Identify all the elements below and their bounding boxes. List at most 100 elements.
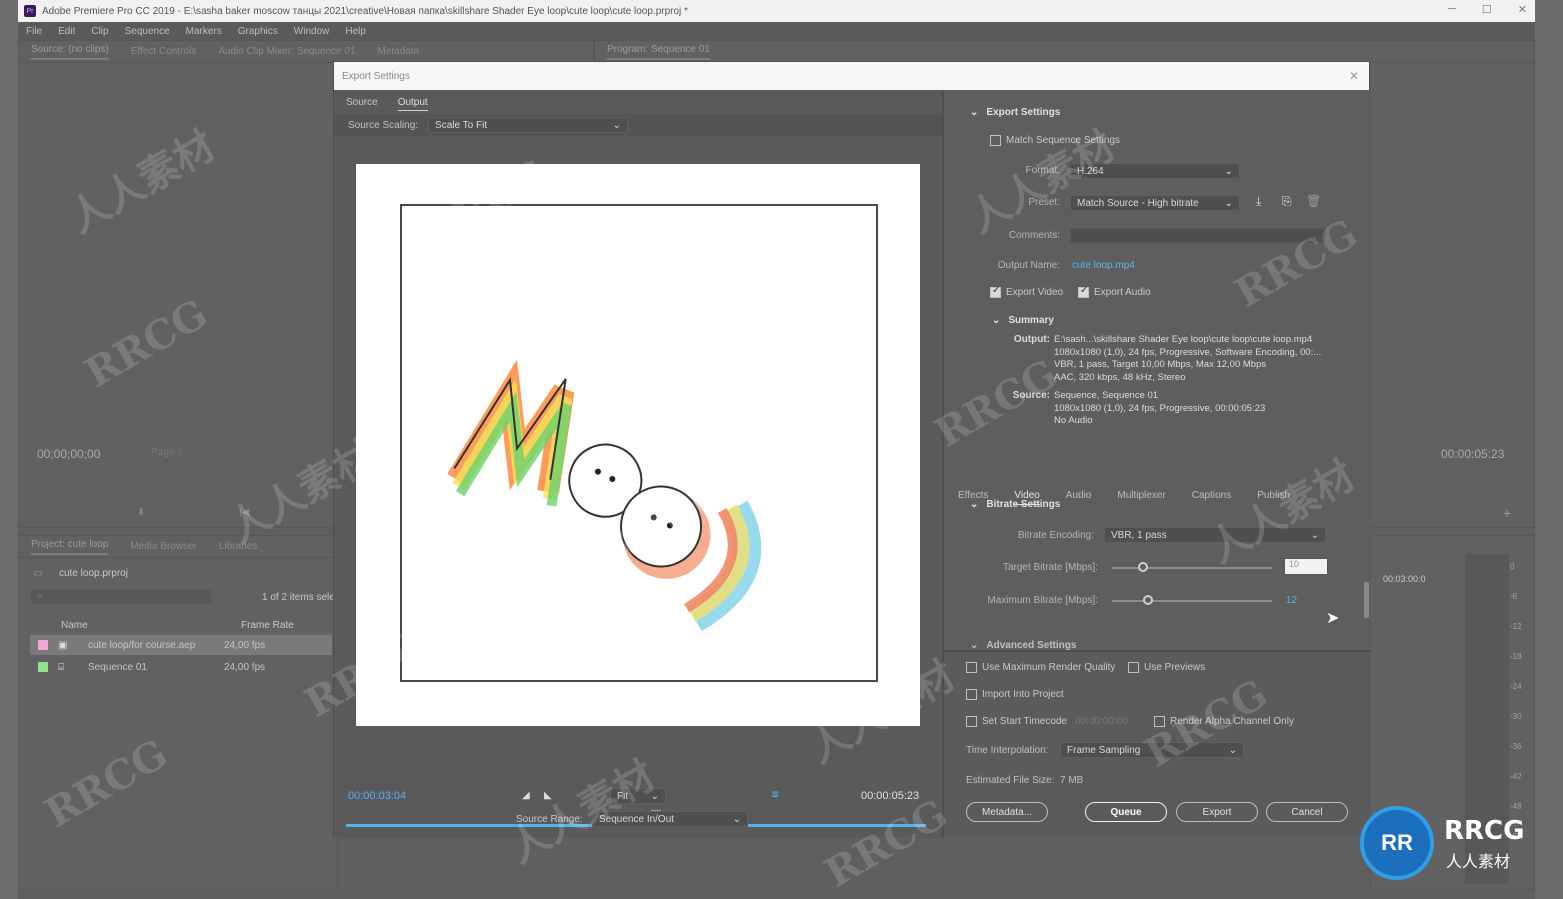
menu-help[interactable]: Help (345, 26, 366, 37)
menu-sequence[interactable]: Sequence (125, 26, 170, 37)
render-alpha-checkbox[interactable]: Render Alpha Channel Only (1154, 716, 1294, 727)
checkbox-label: Export Video (1006, 287, 1064, 298)
menu-window[interactable]: Window (294, 26, 330, 37)
column-frame-rate[interactable]: Frame Rate (241, 620, 294, 631)
dialog-titlebar: Export Settings ✕ (334, 62, 1369, 90)
export-settings-header[interactable]: ⌄ Export Settings (970, 107, 1060, 118)
source-scaling-select[interactable]: Scale To Fit ⌄ (428, 117, 629, 133)
current-timecode[interactable]: 00:00:03:04 (348, 790, 406, 802)
marker-icon[interactable]: ⬇ (137, 507, 145, 518)
menu-markers[interactable]: Markers (186, 26, 222, 37)
checkbox-label: Export Audio (1094, 287, 1151, 298)
bitrate-settings-header[interactable]: ⌄ Bitrate Settings (970, 499, 1060, 510)
chevron-down-icon: ⌄ (970, 107, 979, 118)
close-window-icon[interactable]: ✕ (1518, 3, 1527, 16)
project-row[interactable]: ▣ cute loop/for course.aep 24,00 fps (30, 635, 332, 655)
tab-source[interactable]: Source: (no clips) (31, 44, 109, 60)
step-back-icon[interactable]: |◀ (239, 507, 249, 518)
delete-preset-icon[interactable]: 🗑 (1306, 194, 1321, 208)
menu-clip[interactable]: Clip (91, 26, 108, 37)
comments-input[interactable] (1070, 228, 1326, 243)
meter-tick: -48 (1510, 802, 1522, 811)
project-item-name: cute loop/for course.aep (88, 639, 196, 651)
project-row[interactable]: ⌸ Sequence 01 24,00 fps (30, 657, 332, 677)
column-name[interactable]: Name (61, 620, 88, 631)
watermark-brand: RRCG (1444, 816, 1525, 846)
max-bitrate-track[interactable] (1112, 600, 1272, 602)
tab-effect-controls[interactable]: Effect Controls (131, 46, 196, 57)
preset-select[interactable]: Match Source - High bitrate ⌄ (1070, 195, 1240, 211)
import-into-project-checkbox[interactable]: Import Into Project (966, 689, 1064, 700)
tab-captions[interactable]: Captions (1192, 490, 1231, 505)
start-timecode-input[interactable]: 00:00:00:00 (1075, 716, 1128, 727)
export-video-checkbox[interactable]: Export Video (990, 285, 1064, 298)
max-render-quality-checkbox[interactable]: Use Maximum Render Quality (966, 662, 1115, 673)
aspect-toggle-icon[interactable]: ⧈ (772, 789, 778, 800)
fit-select[interactable]: Fit ⌄ (610, 788, 666, 804)
watermark-sub: 人人素材 (1446, 854, 1511, 871)
time-interpolation-select[interactable]: Frame Sampling ⌄ (1060, 742, 1244, 758)
maximize-icon[interactable]: ☐ (1482, 3, 1492, 16)
minimize-icon[interactable]: ─ (1448, 3, 1456, 16)
close-icon[interactable]: ✕ (1349, 69, 1359, 83)
preview-pane: Source Output Source Scaling: Scale To F… (334, 90, 942, 838)
tab-publish[interactable]: Publish (1257, 490, 1290, 505)
checkbox-label: Import Into Project (982, 689, 1064, 700)
settings-scrollbar[interactable] (1364, 582, 1369, 618)
time-interpolation-label: Time Interpolation: (966, 745, 1049, 756)
set-out-point-icon[interactable]: ◣ (544, 790, 552, 801)
tab-libraries[interactable]: Libraries (219, 541, 257, 552)
target-bitrate-slider[interactable] (1138, 562, 1148, 572)
queue-button[interactable]: Queue (1085, 802, 1167, 822)
project-search-input[interactable]: ⌕ (31, 590, 211, 604)
meter-tick: -30 (1510, 712, 1522, 721)
summary-header[interactable]: ⌄ Summary (992, 315, 1054, 326)
items-selected-count: 1 of 2 items sele (262, 592, 335, 603)
tab-project[interactable]: Project: cute loop (31, 539, 109, 555)
label-color-swatch (38, 640, 48, 650)
project-panel: Project: cute loop Media Browser Librari… (18, 535, 338, 890)
source-range-value: Sequence In/Out (599, 813, 675, 825)
use-previews-checkbox[interactable]: Use Previews (1128, 662, 1205, 673)
tab-metadata[interactable]: Metadata (378, 46, 420, 57)
page-select[interactable]: Page 1 (151, 447, 183, 458)
target-bitrate-track[interactable] (1112, 567, 1272, 569)
tab-audio[interactable]: Audio (1066, 490, 1092, 505)
add-button-icon[interactable]: + (1503, 505, 1511, 521)
max-bitrate-value[interactable]: 12 (1286, 595, 1297, 606)
timeline-timecode: 00:03:00:0 (1383, 574, 1426, 584)
format-select[interactable]: H.264 ⌄ (1070, 163, 1240, 179)
tab-output-preview[interactable]: Output (397, 97, 428, 111)
sequence-icon: ⌸ (58, 661, 64, 673)
output-name-link[interactable]: cute loop.mp4 (1072, 260, 1135, 271)
tab-audio-clip-mixer[interactable]: Audio Clip Mixer: Sequence 01 (218, 46, 355, 57)
meter-tick: -18 (1510, 652, 1522, 661)
meter-tick: -6 (1510, 592, 1518, 601)
menu-graphics[interactable]: Graphics (238, 26, 278, 37)
export-audio-checkbox[interactable]: Export Audio (1078, 285, 1151, 298)
import-preset-icon[interactable]: ⎘ (1282, 194, 1292, 209)
source-range-select[interactable]: Sequence In/Out ⌄ (592, 811, 748, 827)
save-preset-icon[interactable]: ⤓ (1256, 194, 1261, 209)
format-label: Format: (1025, 165, 1060, 176)
cancel-button[interactable]: Cancel (1266, 802, 1348, 822)
match-sequence-checkbox[interactable]: Match Sequence Settings (990, 135, 1120, 146)
tab-multiplexer[interactable]: Multiplexer (1117, 490, 1165, 505)
metadata-button[interactable]: Metadata... (966, 802, 1048, 822)
summary-line: Sequence, Sequence 01 (1054, 390, 1159, 401)
tab-source-preview[interactable]: Source (346, 97, 378, 111)
menubar: File Edit Clip Sequence Markers Graphics… (18, 22, 1535, 40)
max-bitrate-slider[interactable] (1143, 595, 1154, 605)
bitrate-encoding-select[interactable]: VBR, 1 pass ⌄ (1104, 527, 1326, 543)
output-preview-canvas (356, 164, 920, 726)
tab-program[interactable]: Program: Sequence 01 (607, 44, 710, 60)
menu-edit[interactable]: Edit (58, 26, 75, 37)
source-range-label: Source Range: (516, 814, 583, 825)
tab-media-browser[interactable]: Media Browser (130, 541, 197, 552)
set-in-point-icon[interactable]: ◢ (522, 790, 530, 801)
menu-file[interactable]: File (26, 26, 42, 37)
summary-line: 1080x1080 (1,0), 24 fps, Progressive, 00… (1054, 402, 1266, 414)
target-bitrate-input[interactable]: 10 (1284, 558, 1328, 575)
export-button[interactable]: Export (1176, 802, 1258, 822)
set-start-timecode-checkbox[interactable]: Set Start Timecode 00:00:00:00 (966, 716, 1128, 727)
